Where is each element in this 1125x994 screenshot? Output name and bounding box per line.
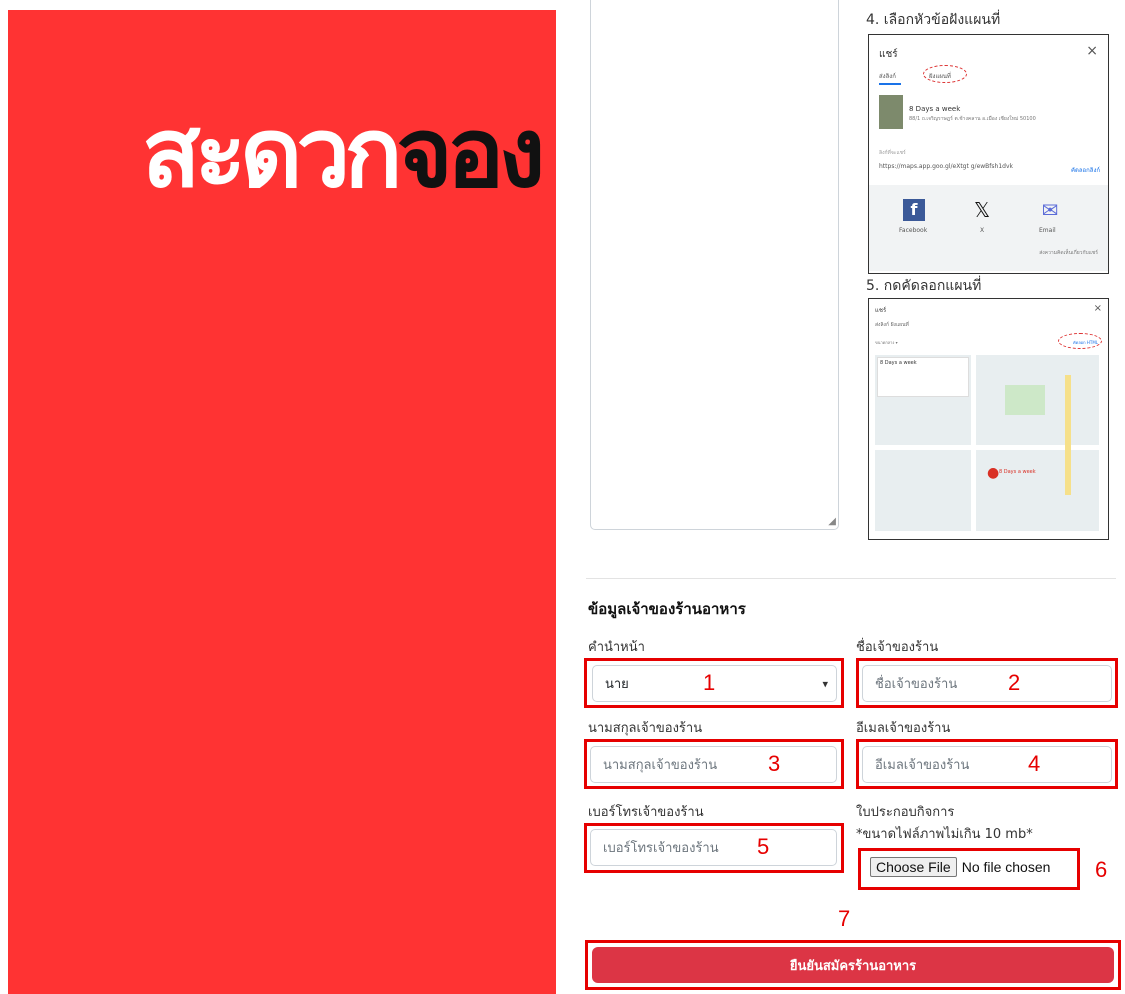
- map-road: [971, 355, 976, 531]
- email-label: Email: [1039, 227, 1056, 234]
- owner-name-placeholder: ชื่อเจ้าของร้าน: [875, 677, 958, 692]
- close-icon: ×: [1093, 303, 1102, 314]
- annotation-number-5: 5: [757, 834, 770, 859]
- file-status: No file chosen: [961, 859, 1051, 875]
- owner-phone-placeholder: เบอร์โทรเจ้าของร้าน: [603, 841, 719, 856]
- place-thumbnail: [879, 95, 903, 129]
- map-pin-icon: ●: [987, 465, 1000, 481]
- share-options: f 𝕏 ✉ Facebook X Email ส่งความคิดเห็นเกี…: [869, 185, 1108, 271]
- logo: สะดวกจอง: [142, 105, 545, 201]
- owner-email-placeholder: อีเมลเจ้าของร้าน: [875, 758, 970, 773]
- brand-panel: สะดวกจอง: [8, 10, 556, 994]
- place-address: 88/1 ถ.เจริญราษฎร์ ต.ช้างคลาน อ.เมือง เช…: [909, 116, 1036, 122]
- tab-underline: [879, 83, 901, 85]
- owner-email-input[interactable]: อีเมลเจ้าของร้าน: [862, 746, 1112, 783]
- owner-surname-input[interactable]: นามสกุลเจ้าของร้าน: [590, 746, 837, 783]
- annotation-number-3: 3: [768, 751, 781, 776]
- highlight-circle: [923, 65, 967, 83]
- prefix-label: คำนำหน้า: [588, 640, 645, 655]
- step4-label: 4. เลือกหัวข้อฝังแผนที่: [866, 12, 1001, 28]
- copy-link: คัดลอกลิงก์: [1070, 167, 1100, 174]
- owner-section-title: ข้อมูลเจ้าของร้านอาหาร: [588, 600, 746, 618]
- map-dialog-screenshot: แชร์ × ส่งลิงก์ ฝังแผนที่ ขนาดกลาง ▾ คัด…: [868, 298, 1109, 540]
- owner-name-input[interactable]: ชื่อเจ้าของร้าน: [862, 665, 1112, 702]
- license-file-input[interactable]: Choose File No file chosen: [870, 857, 1050, 877]
- logo-white-text: สะดวก: [142, 97, 403, 209]
- owner-surname-placeholder: นามสกุลเจ้าของร้าน: [603, 758, 718, 773]
- map-pin-label: 8 Days a week: [999, 469, 1036, 475]
- x-label: X: [980, 227, 985, 234]
- share-dialog-screenshot: แชร์ × ส่งลิงก์ ฝังแผนที่ 8 Days a week …: [868, 34, 1109, 274]
- submit-button[interactable]: ยืนยันสมัครร้านอาหาร: [592, 947, 1114, 983]
- owner-email-label: อีเมลเจ้าของร้าน: [856, 721, 951, 736]
- map-place-name: 8 Days a week: [880, 360, 917, 366]
- email-icon: ✉: [1041, 198, 1059, 222]
- facebook-icon: f: [903, 199, 925, 221]
- prefix-value: นาย: [605, 677, 629, 692]
- share-link: https://maps.app.goo.gl/eXtgt g/ewBfsh1d…: [879, 163, 1013, 170]
- annotation-number-1: 1: [703, 670, 716, 695]
- restaurant-textarea[interactable]: ◢: [590, 0, 839, 530]
- choose-file-button[interactable]: Choose File: [870, 857, 957, 877]
- annotation-number-2: 2: [1008, 670, 1021, 695]
- map-preview: 8 Days a week ● 8 Days a week: [875, 355, 1099, 531]
- map-place-card: 8 Days a week: [877, 357, 969, 397]
- tab-send-link: ส่งลิงก์: [879, 73, 896, 80]
- map-highway: [1065, 375, 1071, 495]
- step5-label: 5. กดคัดลอกแผนที่: [866, 278, 982, 294]
- feedback-text: ส่งความคิดเห็นเกี่ยวกับแชร์: [1039, 250, 1098, 256]
- link-label: ลิงก์ที่จะแชร์: [879, 150, 906, 156]
- chevron-down-icon: ▾: [822, 677, 828, 690]
- logo-black-text: จอง: [396, 97, 546, 209]
- close-icon: ×: [1086, 43, 1098, 59]
- annotation-number-4: 4: [1028, 751, 1041, 776]
- highlight-circle: [1058, 333, 1102, 349]
- owner-phone-input[interactable]: เบอร์โทรเจ้าของร้าน: [590, 829, 837, 866]
- map-title: แชร์: [875, 307, 887, 314]
- owner-name-label: ชื่อเจ้าของร้าน: [856, 640, 939, 655]
- x-icon: 𝕏: [973, 198, 991, 222]
- license-size-note: *ขนาดไฟล์ภาพไม่เกิน 10 mb*: [856, 827, 1033, 842]
- share-title: แชร์: [879, 49, 898, 60]
- resize-grip-icon[interactable]: ◢: [828, 516, 836, 527]
- place-name: 8 Days a week: [909, 105, 961, 113]
- facebook-label: Facebook: [899, 227, 928, 234]
- embed-size: ขนาดกลาง ▾: [875, 340, 898, 345]
- owner-phone-label: เบอร์โทรเจ้าของร้าน: [588, 805, 704, 820]
- map-park: [1005, 385, 1045, 415]
- annotation-number-6: 6: [1095, 857, 1108, 882]
- owner-surname-label: นามสกุลเจ้าของร้าน: [588, 721, 703, 736]
- license-label: ใบประกอบกิจการ: [856, 805, 955, 820]
- annotation-number-7: 7: [838, 906, 851, 931]
- section-divider: [586, 578, 1116, 579]
- map-tabs: ส่งลิงก์ ฝังแผนที่: [875, 322, 909, 328]
